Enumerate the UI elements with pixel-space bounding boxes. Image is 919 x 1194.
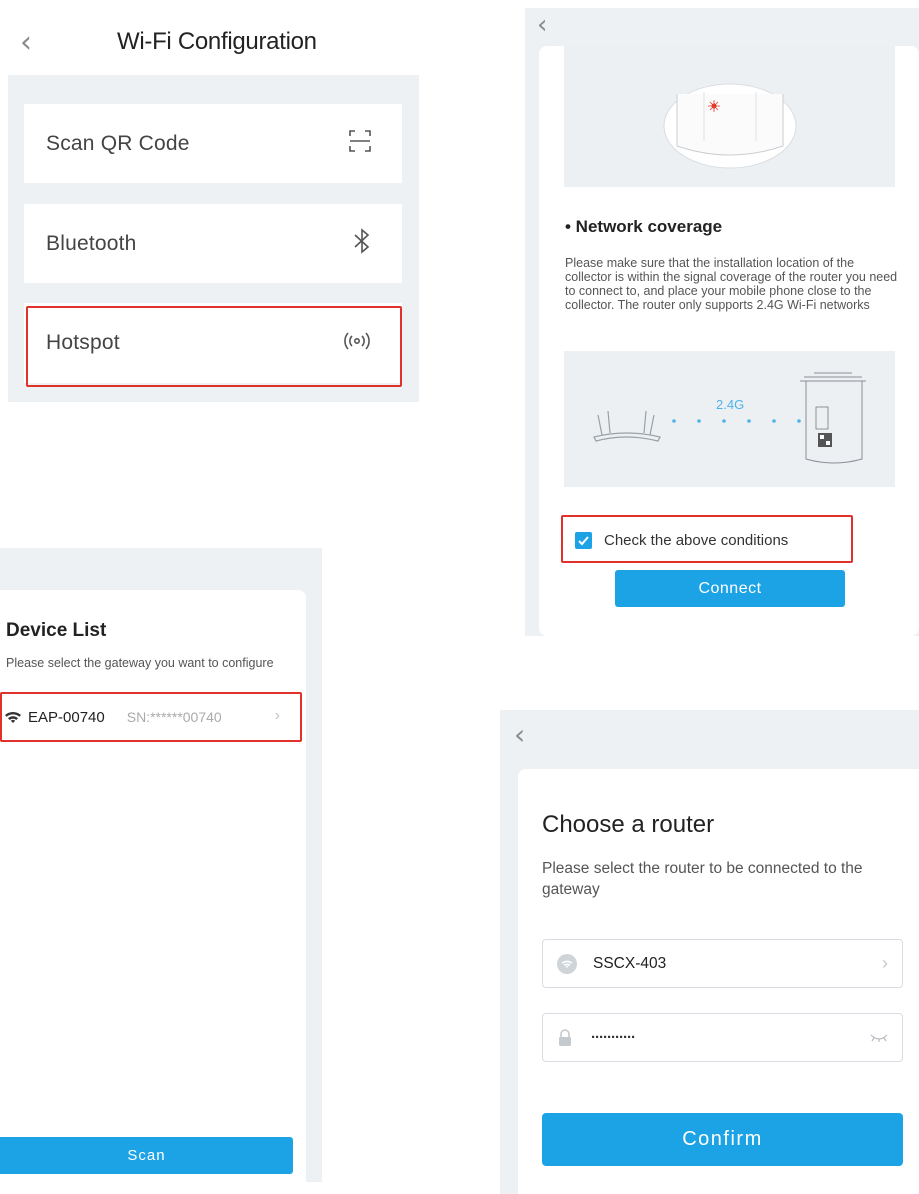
section-title: • Network coverage: [565, 217, 723, 236]
router-title: Choose a router: [542, 811, 715, 838]
lock-icon: [557, 1028, 573, 1047]
ssid-field[interactable]: SSCX-403 ›: [542, 939, 903, 988]
connect-button[interactable]: Connect: [615, 570, 845, 607]
collector-image: [564, 46, 895, 187]
device-list-title: Device List: [6, 620, 107, 641]
device-list-panel: Device List Please select the gateway yo…: [0, 548, 322, 1182]
highlight-box: [0, 692, 302, 742]
router-subtitle: Please select the router to be connected…: [542, 860, 863, 898]
band-label: 2.4G: [716, 397, 745, 412]
option-bluetooth[interactable]: Bluetooth: [24, 204, 402, 283]
scan-button[interactable]: Scan: [0, 1137, 293, 1174]
back-icon[interactable]: ‹: [20, 28, 32, 58]
qr-scan-icon: [348, 129, 372, 158]
eye-closed-icon[interactable]: [870, 1033, 888, 1043]
coverage-description: Please make sure that the installation l…: [565, 256, 898, 312]
confirm-button[interactable]: Confirm: [542, 1113, 903, 1166]
wifi-config-panel: ‹ Wi-Fi Configuration Scan QR Code Bluet…: [0, 0, 420, 402]
option-label: Scan QR Code: [46, 131, 190, 155]
password-value: ···········: [591, 1029, 636, 1046]
install-panel: ‹ • Network coverage Please make sure th…: [525, 8, 919, 636]
back-icon[interactable]: ‹: [537, 10, 547, 40]
router-diagram: 2.4G: [564, 351, 895, 487]
page-title: Wi-Fi Configuration: [117, 28, 317, 55]
ssid-value: SSCX-403: [593, 954, 667, 972]
highlight-box: [561, 515, 853, 563]
option-label: Bluetooth: [46, 231, 137, 255]
back-icon[interactable]: ‹: [514, 720, 525, 750]
device-card: [0, 590, 306, 1182]
option-scan-qr[interactable]: Scan QR Code: [24, 104, 402, 183]
highlight-box: [26, 306, 402, 387]
router-panel: ‹ Choose a router Please select the rout…: [500, 710, 919, 1194]
device-list-subtitle: Please select the gateway you want to co…: [6, 656, 274, 670]
chevron-right-icon: ›: [882, 953, 888, 973]
password-field[interactable]: ···········: [542, 1013, 903, 1062]
bluetooth-icon: [352, 228, 372, 259]
wifi-icon: [557, 953, 577, 974]
